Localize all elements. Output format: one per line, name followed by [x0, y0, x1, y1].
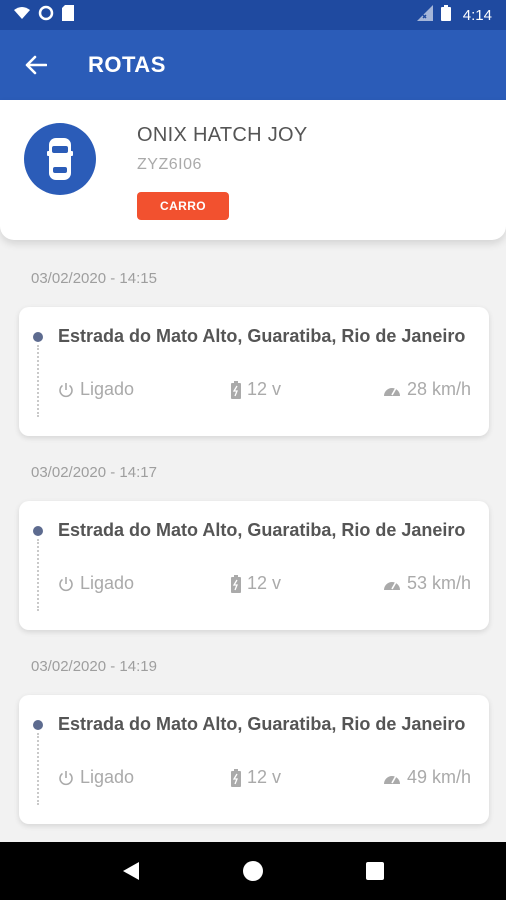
vehicle-name: ONIX HATCH JOY [137, 124, 308, 146]
vehicle-type-badge: CARRO [137, 192, 229, 220]
voltage-label: 12 v [247, 573, 282, 593]
system-nav-bar [0, 842, 506, 900]
vehicle-card: ONIX HATCH JOY ZYZ6I06 CARRO [0, 100, 506, 240]
route-timeline [37, 733, 39, 805]
power-icon [59, 576, 73, 591]
power-icon [59, 382, 73, 397]
route-dot [33, 526, 43, 536]
ignition-status: Ligado [58, 379, 134, 400]
speed-label: 28 km/h [406, 379, 471, 399]
route-card[interactable]: Estrada do Mato Alto, Guaratiba, Rio de … [19, 695, 489, 824]
speedometer-icon [383, 581, 400, 590]
power-icon [59, 770, 73, 785]
battery-icon [231, 380, 241, 399]
car-icon [47, 138, 73, 180]
ignition-label: Ligado [80, 379, 135, 399]
speedometer-icon [383, 775, 400, 784]
route-timeline [37, 539, 39, 611]
battery-icon [231, 768, 241, 787]
vehicle-avatar [24, 123, 96, 195]
speed-label: 49 km/h [406, 767, 471, 787]
route-card[interactable]: Estrada do Mato Alto, Guaratiba, Rio de … [19, 307, 489, 436]
ignition-status: Ligado [58, 573, 134, 594]
sync-icon [38, 5, 54, 26]
voltage-label: 12 v [247, 767, 282, 787]
arrow-left-icon [25, 55, 47, 75]
status-time: 4:14 [462, 6, 492, 24]
status-bar: 4:14 [0, 0, 506, 30]
battery-icon [231, 574, 241, 593]
wifi-icon [14, 6, 30, 25]
voltage-status: 12 v [231, 379, 281, 400]
battery-status-icon [440, 4, 451, 26]
speed-status: 49 km/h [383, 767, 471, 788]
route-timestamp: 03/02/2020 - 14:19 [31, 658, 157, 675]
route-timestamp: 03/02/2020 - 14:17 [31, 464, 157, 481]
nav-home-button[interactable] [233, 851, 273, 891]
voltage-status: 12 v [231, 767, 281, 788]
voltage-status: 12 v [231, 573, 281, 594]
route-dot [33, 720, 43, 730]
ignition-label: Ligado [80, 573, 135, 593]
app-bar: ROTAS [0, 30, 506, 100]
circle-home-icon [243, 861, 263, 881]
route-address: Estrada do Mato Alto, Guaratiba, Rio de … [58, 714, 466, 734]
ignition-label: Ligado [80, 767, 135, 787]
page-title: ROTAS [88, 52, 166, 77]
speed-status: 53 km/h [383, 573, 471, 594]
square-recents-icon [366, 862, 384, 880]
voltage-label: 12 v [247, 379, 282, 399]
route-timestamp: 03/02/2020 - 14:15 [31, 270, 157, 287]
signal-icon [416, 4, 433, 26]
nav-back-button[interactable] [111, 851, 151, 891]
triangle-back-icon [123, 862, 139, 880]
route-timeline [37, 345, 39, 417]
speed-label: 53 km/h [406, 573, 471, 593]
route-address: Estrada do Mato Alto, Guaratiba, Rio de … [58, 326, 466, 346]
nav-recents-button[interactable] [355, 851, 395, 891]
speed-status: 28 km/h [383, 379, 471, 400]
vehicle-plate: ZYZ6I06 [137, 156, 202, 173]
status-icons-right: 4:14 [416, 4, 492, 26]
route-dot [33, 332, 43, 342]
sim-card-icon [62, 4, 74, 26]
status-icons-left [14, 4, 74, 26]
ignition-status: Ligado [58, 767, 134, 788]
back-button[interactable] [22, 51, 50, 79]
speedometer-icon [383, 387, 400, 396]
route-address: Estrada do Mato Alto, Guaratiba, Rio de … [58, 520, 466, 540]
route-card[interactable]: Estrada do Mato Alto, Guaratiba, Rio de … [19, 501, 489, 630]
